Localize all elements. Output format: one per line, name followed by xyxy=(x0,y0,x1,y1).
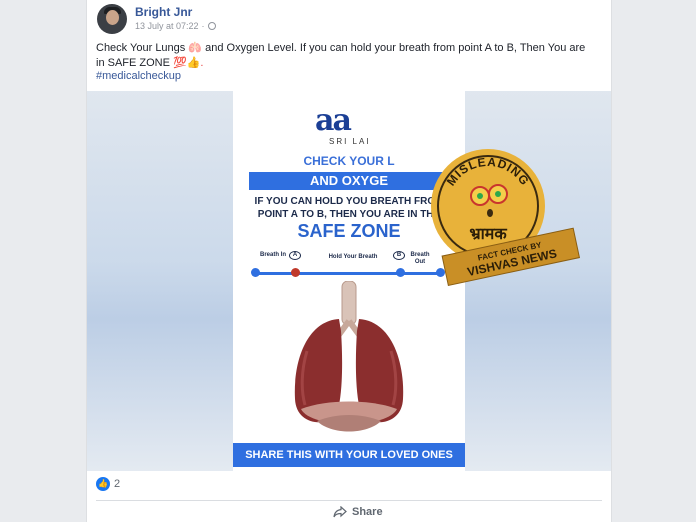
lungs-emoji: 🫁 xyxy=(188,42,203,54)
globe-icon xyxy=(207,22,216,30)
lungs-illustration xyxy=(294,281,404,432)
author-name[interactable]: Bright Jnr xyxy=(135,5,192,19)
badge-hindi-text: भ्रामक xyxy=(469,224,507,243)
timeline-point-b: B xyxy=(393,251,405,260)
reaction-count: 2 xyxy=(114,478,121,490)
post-text: Check Your Lungs 🫁 and Oxygen Level. If … xyxy=(96,41,596,71)
post-image[interactable]: aa SRI LAI CHECK YOUR L AND OXYGE IF YOU… xyxy=(87,91,611,471)
meta-separator: · xyxy=(201,21,205,31)
post-meta: 13 July at 07:22 · xyxy=(135,21,216,31)
footer-divider xyxy=(96,500,602,501)
poster-band-notch xyxy=(233,172,249,190)
post-card: Bright Jnr 13 July at 07:22 · Check Your… xyxy=(86,0,612,522)
misleading-fact-check-badge: MISLEADING भ्रामक FACT CHECK BY VISHVAS … xyxy=(431,149,580,287)
timeline-dot-a xyxy=(291,268,300,277)
timeline-line xyxy=(253,272,443,275)
reactions-summary[interactable]: 👍 2 xyxy=(96,477,120,491)
poster-share-band: SHARE THIS WITH YOUR LOVED ONES xyxy=(233,443,465,467)
avatar[interactable] xyxy=(97,4,127,34)
blurred-left-background xyxy=(87,91,233,471)
poster-logo-subtitle: SRI LAI xyxy=(329,137,371,146)
hundred-thumbs-emoji: 💯👍. xyxy=(173,57,204,69)
timeline-point-a: A xyxy=(289,251,301,260)
post-text-start: Check Your Lungs xyxy=(96,42,186,54)
hashtag-link[interactable]: #medicalcheckup xyxy=(96,70,181,82)
like-reaction-icon: 👍 xyxy=(96,477,110,491)
timeline-dot-b xyxy=(396,268,405,277)
poster-logo: aa xyxy=(315,103,352,138)
timeline-breath-in: Breath In xyxy=(259,252,286,258)
timeline-hold: Hold Your Breath xyxy=(328,254,378,260)
share-arrow-icon xyxy=(333,506,347,518)
timeline-dot-start xyxy=(251,268,260,277)
avatar-face xyxy=(106,10,119,25)
share-label: Share xyxy=(352,506,383,518)
post-timestamp[interactable]: 13 July at 07:22 xyxy=(135,21,199,31)
share-button[interactable]: Share xyxy=(333,506,383,518)
